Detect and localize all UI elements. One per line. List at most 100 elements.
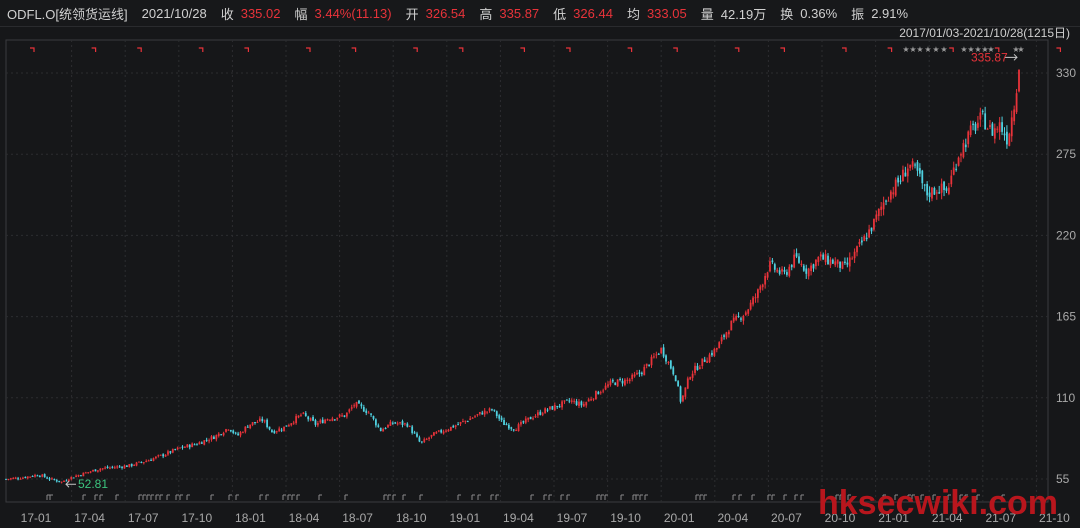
candle-body: [522, 421, 525, 423]
candle-body: [810, 265, 812, 272]
event-marker-icon: [703, 494, 707, 500]
candle-body: [191, 443, 194, 448]
event-marker-icon: [150, 494, 154, 500]
stock-symbol[interactable]: ODFL.O[统领货运线]: [7, 4, 128, 23]
candle-body: [447, 429, 450, 432]
event-marker-icon: [699, 494, 703, 500]
candle-body: [756, 289, 759, 298]
candle-body: [549, 406, 551, 410]
candle-body: [665, 355, 667, 362]
candle-body: [873, 218, 875, 230]
candle-body: [568, 400, 571, 402]
candles[interactable]: [5, 69, 1020, 484]
event-marker-icon: [186, 494, 190, 500]
candle-body: [674, 375, 677, 382]
candle-body: [515, 430, 518, 432]
event-marker-icon: [490, 494, 494, 500]
candle-body: [12, 477, 15, 479]
event-marker-icon: [344, 494, 348, 500]
candle-body: [573, 400, 576, 402]
max-price-label: 335.87: [971, 50, 1008, 64]
candle-body: [495, 411, 498, 417]
candle-body: [442, 431, 445, 434]
candle-body: [316, 423, 319, 426]
candle-body: [723, 335, 725, 337]
candle-body: [77, 475, 80, 477]
event-marker-icon: [228, 494, 232, 500]
candle-body: [604, 385, 607, 390]
event-marker-icon: [159, 494, 163, 500]
dividend-flag-icon: [673, 47, 678, 52]
candle-body: [529, 416, 532, 420]
candle-body: [672, 367, 675, 375]
candle-body: [319, 420, 322, 423]
candle-body: [60, 481, 63, 483]
candle-body: [1008, 133, 1011, 146]
candle-body: [406, 423, 409, 427]
candle-body: [737, 316, 740, 318]
candle-body: [82, 472, 85, 477]
candle-body: [865, 237, 868, 240]
candle-body: [916, 162, 919, 171]
candle-body: [561, 401, 563, 408]
candle-body: [391, 422, 394, 424]
event-marker-icon: [644, 494, 648, 500]
candle-body: [275, 431, 278, 433]
x-tick-label: 17-10: [181, 511, 212, 525]
candle-body: [991, 123, 994, 136]
x-tick-label: 18-07: [342, 511, 373, 525]
candle-body: [551, 406, 554, 410]
candle-body: [520, 422, 522, 425]
candle-body: [923, 184, 926, 186]
close-label: 收: [220, 6, 234, 22]
candle-body: [162, 454, 165, 457]
y-tick-label: 55: [1056, 472, 1070, 486]
candle-body: [360, 404, 363, 407]
candle-body: [752, 297, 754, 305]
candle-body: [621, 380, 624, 384]
candle-body: [679, 386, 682, 402]
event-marker-icon: [566, 494, 570, 500]
event-marker-icon: [402, 494, 406, 500]
candle-body: [118, 466, 121, 468]
candle-body: [539, 411, 542, 415]
candle-body: [437, 430, 440, 432]
candle-body: [967, 131, 970, 145]
candle-body: [645, 363, 648, 367]
candle-body: [986, 128, 989, 130]
candle-body: [817, 256, 820, 263]
candle-body: [955, 168, 958, 170]
y-tick-label: 110: [1056, 391, 1075, 405]
candle-body: [138, 461, 140, 463]
candle-body: [321, 419, 324, 424]
candle-body: [159, 454, 162, 456]
price-chart[interactable]: ★ ★ ★ ★ ★ ★ ★ ★ ★ ★★ ★★ 55 110 165 220 275 330 17-01 17-0…: [0, 26, 1080, 528]
candle-body: [648, 364, 650, 366]
candle-body: [307, 416, 310, 420]
candle-body: [36, 475, 39, 477]
candle-body: [268, 426, 271, 430]
candle-body: [715, 347, 718, 350]
candle-body: [616, 379, 619, 387]
date-range-label: 2017/01/03-2021/10/28(1215日): [899, 26, 1070, 40]
candle-body: [203, 440, 206, 445]
candle-body: [186, 444, 189, 448]
candle-body: [34, 474, 36, 477]
event-marker-icon: [639, 494, 643, 500]
candle-body: [602, 390, 605, 392]
candle-body: [790, 264, 793, 268]
candle-body: [483, 410, 486, 415]
candle-body: [534, 416, 537, 418]
candle-body: [996, 128, 999, 130]
event-marker-icon: [99, 494, 103, 500]
candle-body: [626, 379, 629, 381]
candle-body: [302, 412, 305, 414]
candle-body: [222, 432, 225, 436]
min-price-label: 52.81: [78, 477, 108, 491]
candle-body: [367, 412, 370, 414]
candle-body: [1018, 69, 1020, 92]
candle-body: [26, 476, 29, 479]
candle-body: [169, 451, 172, 453]
candle-body: [735, 316, 738, 320]
event-marker-icon: [560, 494, 564, 500]
